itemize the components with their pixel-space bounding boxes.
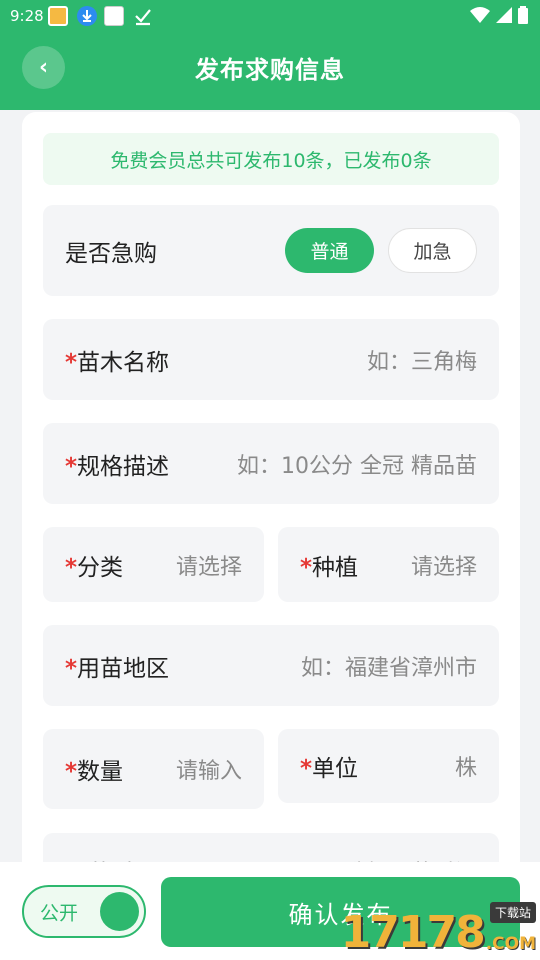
required-mark: *: [65, 349, 78, 376]
public-toggle-label: 公开: [40, 902, 79, 924]
unit-field[interactable]: *单位 株: [278, 729, 499, 803]
seedling-name-input[interactable]: 如：三角梅: [367, 344, 477, 376]
spec-field[interactable]: *规格描述 如：10公分 全冠 精品苗: [43, 423, 499, 504]
region-input[interactable]: 如：福建省漳州市: [301, 650, 477, 682]
planting-select[interactable]: 请选择: [411, 549, 477, 581]
urgency-label: 是否急购: [65, 240, 157, 267]
wifi-icon: [470, 7, 490, 27]
toggle-knob: [100, 892, 139, 931]
required-mark: *: [300, 756, 313, 782]
watermark-digits: 17178: [340, 907, 486, 958]
unit-value[interactable]: 株: [455, 750, 477, 782]
public-toggle[interactable]: 公开: [22, 885, 146, 938]
watermark-domain: .COM: [485, 934, 536, 954]
check-icon: [133, 6, 153, 26]
required-mark: *: [65, 453, 78, 480]
required-mark: *: [300, 554, 313, 581]
watermark-tag: 下载站: [489, 902, 536, 923]
urgency-normal-button[interactable]: 普通: [285, 228, 374, 273]
required-mark: *: [65, 655, 78, 682]
quantity-input[interactable]: 请输入: [176, 753, 242, 785]
urgency-row: 是否急购 普通 加急: [43, 205, 499, 296]
header-bar: 9:28 ‹ 发布求购信息: [0, 0, 540, 110]
urgency-urgent-button[interactable]: 加急: [388, 228, 477, 273]
site-watermark-logo: 17178 .COM 下载站: [341, 900, 536, 958]
unit-label: *单位: [300, 756, 359, 782]
quantity-field[interactable]: *数量 请输入: [43, 729, 264, 809]
battery-icon: [518, 6, 528, 28]
signal-icon: [496, 7, 512, 27]
notification-app-icon: [48, 6, 68, 26]
planting-field[interactable]: *种植 请选择: [278, 527, 499, 602]
category-label: *分类: [65, 554, 124, 581]
region-label: *用苗地区: [65, 655, 170, 682]
planting-label: *种植: [300, 554, 359, 581]
page-title: 发布求购信息: [195, 56, 345, 84]
status-bar: 9:28: [0, 0, 540, 32]
required-mark: *: [65, 759, 78, 785]
spec-label: *规格描述: [65, 453, 170, 480]
category-select[interactable]: 请选择: [176, 549, 242, 581]
membership-notice: 免费会员总共可发布10条，已发布0条: [43, 133, 499, 185]
download-icon: [77, 6, 97, 26]
spec-input[interactable]: 如：10公分 全冠 精品苗: [237, 448, 477, 480]
app-badge-icon: [104, 6, 124, 26]
seedling-name-label: *苗木名称: [65, 349, 170, 376]
category-field[interactable]: *分类 请选择: [43, 527, 264, 602]
status-time: 9:28: [10, 7, 44, 25]
region-field[interactable]: *用苗地区 如：福建省漳州市: [43, 625, 499, 706]
status-indicators: [470, 6, 528, 28]
required-mark: *: [65, 554, 78, 581]
quantity-label: *数量: [65, 759, 124, 785]
seedling-name-field[interactable]: *苗木名称 如：三角梅: [43, 319, 499, 400]
